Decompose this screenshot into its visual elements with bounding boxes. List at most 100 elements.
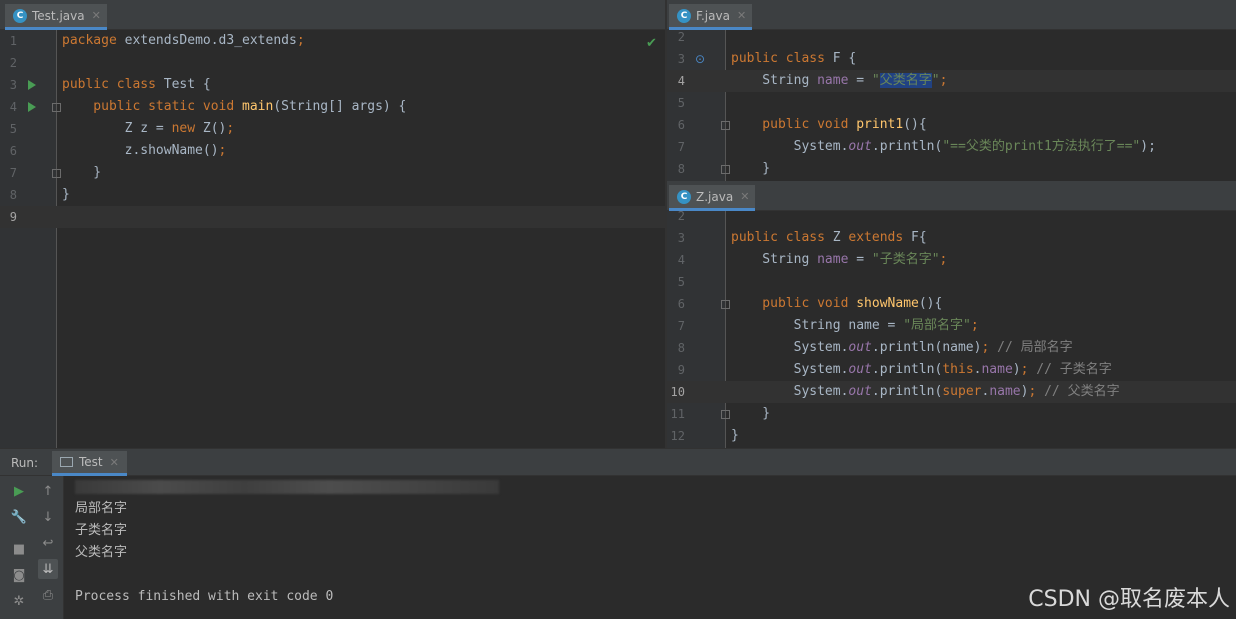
line-number: 7 bbox=[9, 166, 17, 180]
code-line[interactable]: 8 System.out.println(name); // 局部名字 bbox=[667, 337, 1236, 359]
code-line[interactable]: 5 bbox=[667, 92, 1236, 114]
code-line[interactable]: 7 String name = "局部名字"; bbox=[667, 315, 1236, 337]
code-token: System. bbox=[731, 340, 849, 355]
code-text: } bbox=[731, 158, 770, 180]
stop-icon[interactable]: ■ bbox=[9, 539, 29, 559]
soft-wrap-icon[interactable]: ↩ bbox=[38, 533, 58, 553]
code-text: } bbox=[62, 184, 70, 206]
overridden-marker-icon[interactable]: ⊙ bbox=[695, 48, 705, 70]
code-token: package bbox=[62, 33, 125, 48]
close-icon[interactable]: ✕ bbox=[737, 9, 746, 22]
java-class-icon: C bbox=[13, 8, 27, 23]
code-line[interactable]: 5 bbox=[667, 271, 1236, 293]
line-number: 8 bbox=[677, 162, 685, 176]
code-line[interactable]: 2 bbox=[667, 26, 1236, 48]
code-line[interactable]: 7 } bbox=[0, 162, 665, 184]
code-area[interactable]: 2 3 public class F {⊙ 4 String name = "父类名字… bbox=[667, 26, 1236, 181]
code-token: System. bbox=[731, 139, 849, 154]
code-token: public void bbox=[731, 296, 857, 311]
editor-z-java[interactable]: C Z.java ✕ 2 3 public class Z extends F{4 … bbox=[667, 181, 1236, 448]
code-line[interactable]: 4 String name = "父类名字"; bbox=[667, 70, 1236, 92]
code-line[interactable]: 3 public class Test { bbox=[0, 74, 665, 96]
fold-icon[interactable] bbox=[721, 165, 730, 174]
code-token: F { bbox=[832, 51, 857, 66]
close-icon[interactable]: ✕ bbox=[740, 190, 749, 203]
code-token: name bbox=[817, 252, 849, 267]
code-line[interactable]: 3 public class Z extends F{ bbox=[667, 227, 1236, 249]
code-token: " bbox=[931, 73, 940, 88]
wrench-icon[interactable]: 🔧 bbox=[9, 507, 29, 527]
code-token: out bbox=[848, 362, 872, 377]
java-class-icon: C bbox=[677, 189, 691, 204]
fold-icon[interactable] bbox=[52, 169, 61, 178]
run-tab-test[interactable]: Test ✕ bbox=[52, 451, 127, 476]
line-number: 3 bbox=[677, 52, 685, 66]
code-area[interactable]: 1 package extendsDemo.d3_extends; 2 3 public… bbox=[0, 30, 665, 448]
code-line[interactable]: 7 System.out.println("==父类的print1方法执行了==… bbox=[667, 136, 1236, 158]
close-icon[interactable]: ✕ bbox=[92, 9, 101, 22]
code-line[interactable]: 6 public void showName(){ bbox=[667, 293, 1236, 315]
code-line[interactable]: 3 public class F {⊙ bbox=[667, 48, 1236, 70]
code-line[interactable]: 2 bbox=[667, 205, 1236, 227]
fold-icon[interactable] bbox=[721, 410, 730, 419]
code-token: .println( bbox=[871, 384, 943, 399]
editor-test-java[interactable]: C Test.java ✕ 1 package extendsDemo.d3_ex… bbox=[0, 0, 665, 448]
fold-icon[interactable] bbox=[721, 300, 730, 309]
run-gutter-icon[interactable] bbox=[28, 80, 36, 90]
console-line: Process finished with exit code 0 bbox=[75, 589, 334, 604]
code-line[interactable]: 10 System.out.println(super.name); // 父类… bbox=[667, 381, 1236, 403]
code-text: public class Test { bbox=[62, 74, 211, 96]
run-header: Run: Test ✕ bbox=[0, 449, 1236, 476]
code-line[interactable]: 4 String name = "子类名字"; bbox=[667, 249, 1236, 271]
code-token: (){ bbox=[918, 296, 943, 311]
editor-f-java[interactable]: C F.java ✕ 2 3 public class F {⊙ 4 String n… bbox=[667, 0, 1236, 181]
code-line[interactable]: 9 System.out.println(this.name); // 子类名字 bbox=[667, 359, 1236, 381]
line-number: 9 bbox=[677, 363, 685, 377]
code-token: String name = bbox=[731, 318, 904, 333]
code-token: public class bbox=[731, 230, 833, 245]
rerun-icon[interactable]: ▶ bbox=[9, 481, 29, 501]
code-line[interactable]: 8 } bbox=[667, 158, 1236, 180]
tab-label: F.java bbox=[696, 8, 730, 23]
editor-tabbar: C Test.java ✕ bbox=[0, 0, 665, 30]
line-number: 5 bbox=[9, 122, 17, 136]
code-token: print1 bbox=[856, 117, 904, 132]
code-token: F{ bbox=[911, 230, 927, 245]
down-arrow-icon[interactable]: ↓ bbox=[38, 507, 58, 527]
code-line[interactable]: 2 bbox=[0, 52, 665, 74]
line-number: 8 bbox=[677, 341, 685, 355]
code-line[interactable]: 6 public void print1(){ bbox=[667, 114, 1236, 136]
tab-test-java[interactable]: C Test.java ✕ bbox=[5, 4, 107, 30]
settings-icon[interactable]: ✲ bbox=[9, 591, 29, 611]
up-arrow-icon[interactable]: ↑ bbox=[38, 481, 58, 501]
line-number: 8 bbox=[9, 188, 17, 202]
close-icon[interactable]: ✕ bbox=[110, 456, 119, 469]
code-line[interactable]: 12} bbox=[667, 425, 1236, 447]
code-token: out bbox=[848, 340, 872, 355]
line-number: 3 bbox=[9, 78, 17, 92]
inspection-ok-icon[interactable]: ✔ bbox=[646, 36, 657, 51]
camera-icon[interactable]: ◙ bbox=[9, 565, 29, 585]
code-line[interactable]: 11 } bbox=[667, 403, 1236, 425]
code-area[interactable]: 2 3 public class Z extends F{4 String name… bbox=[667, 205, 1236, 448]
code-token: String bbox=[731, 73, 818, 88]
fold-icon[interactable] bbox=[721, 121, 730, 130]
code-token: } bbox=[731, 161, 771, 176]
code-line[interactable]: 5 Z z = new Z(); bbox=[0, 118, 665, 140]
code-token: ); bbox=[1140, 139, 1156, 154]
code-token: Z bbox=[832, 230, 849, 245]
code-token: Z z = bbox=[62, 121, 172, 136]
code-text: System.out.println("==父类的print1方法执行了==")… bbox=[731, 136, 1156, 158]
code-token: } bbox=[731, 428, 739, 443]
print-icon[interactable]: ⎙ bbox=[38, 585, 58, 605]
code-line[interactable]: 6 z.showName(); bbox=[0, 140, 665, 162]
code-line[interactable]: 4 public static void main(String[] args)… bbox=[0, 96, 665, 118]
code-token: } bbox=[731, 406, 771, 421]
code-line[interactable]: 9 bbox=[0, 206, 665, 228]
code-text: public void print1(){ bbox=[731, 114, 926, 136]
fold-icon[interactable] bbox=[52, 103, 61, 112]
code-line[interactable]: 8} bbox=[0, 184, 665, 206]
run-gutter-icon[interactable] bbox=[28, 102, 36, 112]
scroll-to-end-icon[interactable]: ⇊ bbox=[38, 559, 58, 579]
code-line[interactable]: 1 package extendsDemo.d3_extends; bbox=[0, 30, 665, 52]
